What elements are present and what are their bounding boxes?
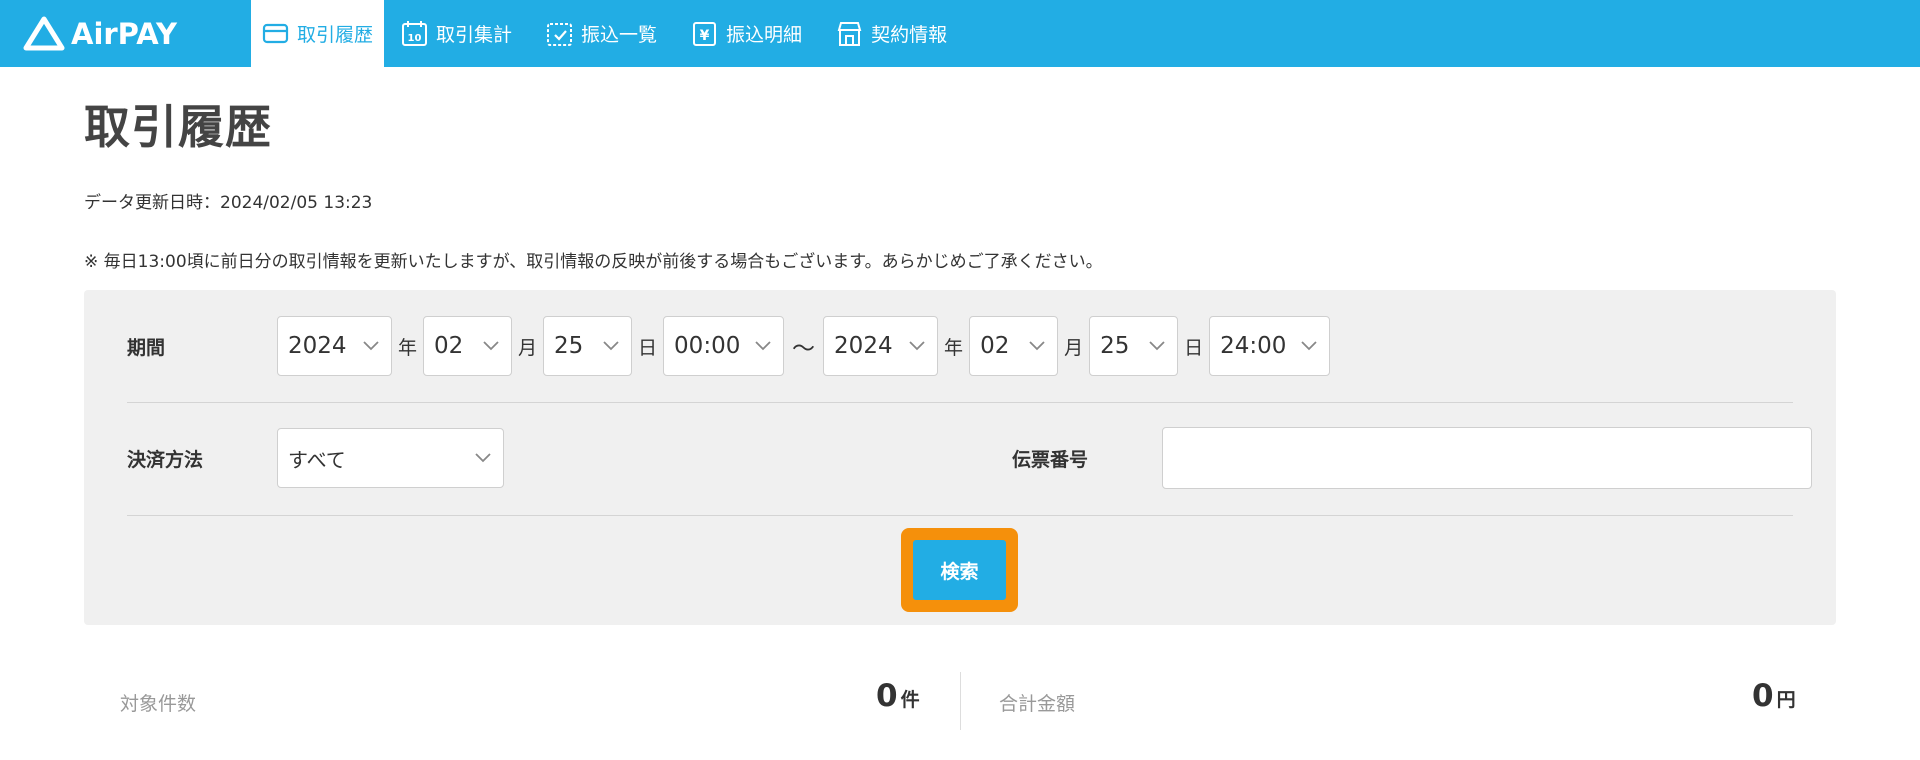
main-nav: 取引履歴 10 取引集計 振込一覧 ¥ 振込明細 契約情報 — [251, 0, 964, 67]
year-unit: 年 — [398, 336, 418, 359]
target-count-value: 0件 — [876, 678, 920, 714]
month-unit: 月 — [518, 336, 538, 359]
chevron-down-icon — [1301, 341, 1317, 351]
divider — [127, 515, 1793, 516]
result-summary: 対象件数 0件 合計金額 0円 — [84, 672, 1836, 732]
nav-item-label: 振込明細 — [726, 24, 803, 46]
svg-text:¥: ¥ — [700, 28, 710, 44]
page-title: 取引履歴 — [84, 100, 272, 154]
summary-divider — [960, 672, 961, 730]
payment-row: 決済方法 すべて 伝票番号 — [127, 427, 1812, 489]
airpay-logo[interactable]: AirPAY — [0, 0, 251, 67]
total-amount-value: 0円 — [1752, 678, 1796, 714]
payment-method-label: 決済方法 — [127, 448, 204, 471]
data-updated-timestamp: データ更新日時：2024/02/05 13:23 — [84, 193, 373, 213]
from-day-select[interactable]: 25 — [543, 316, 633, 376]
to-day-select[interactable]: 25 — [1089, 316, 1179, 376]
from-month-value: 02 — [434, 333, 464, 359]
search-panel: 期間 2024 年 02 月 25 日 00:00 〜 2024 年 02 月 … — [84, 290, 1836, 625]
chevron-down-icon — [363, 341, 379, 351]
to-day-value: 25 — [1100, 333, 1130, 359]
to-time-select[interactable]: 24:00 — [1209, 316, 1331, 376]
card-icon — [262, 23, 289, 44]
to-year-select[interactable]: 2024 — [823, 316, 939, 376]
chevron-down-icon — [603, 341, 619, 351]
divider — [127, 402, 1793, 403]
chevron-down-icon — [483, 341, 499, 351]
brand-name: AirPAY — [71, 16, 177, 51]
day-unit: 日 — [1184, 336, 1204, 359]
slip-number-label: 伝票番号 — [1012, 448, 1089, 471]
from-month-select[interactable]: 02 — [423, 316, 513, 376]
nav-item-transfer-list[interactable]: 振込一覧 — [529, 0, 674, 67]
payment-method-value: すべて — [288, 447, 346, 472]
from-day-value: 25 — [554, 333, 584, 359]
to-month-select[interactable]: 02 — [969, 316, 1059, 376]
search-button-highlight: 検索 — [901, 528, 1018, 612]
payment-method-select[interactable]: すべて — [277, 428, 504, 488]
main-content: 取引履歴 データ更新日時：2024/02/05 13:23 ※ 毎日13:00頃… — [0, 67, 1920, 272]
chevron-down-icon — [475, 453, 491, 463]
to-month-value: 02 — [980, 333, 1010, 359]
from-time-value: 00:00 — [674, 333, 741, 359]
svg-text:10: 10 — [408, 33, 422, 44]
nav-item-contract-info[interactable]: 契約情報 — [819, 0, 964, 67]
shop-icon — [837, 22, 862, 46]
nav-item-label: 取引履歴 — [297, 24, 374, 46]
calendar-check-icon — [547, 23, 573, 46]
count-number: 0 — [876, 678, 898, 714]
update-notice: ※ 毎日13:00頃に前日分の取引情報を更新いたしますが、取引情報の反映が前後す… — [84, 252, 1103, 272]
nav-item-transfer-details[interactable]: ¥ 振込明細 — [674, 0, 819, 67]
from-year-select[interactable]: 2024 — [277, 316, 392, 376]
chevron-down-icon — [1149, 341, 1165, 351]
nav-item-label: 振込一覧 — [581, 24, 658, 46]
nav-item-transaction-history[interactable]: 取引履歴 — [251, 0, 385, 67]
period-label: 期間 — [127, 336, 166, 359]
nav-item-transaction-summary[interactable]: 10 取引集計 — [384, 0, 529, 67]
nav-item-label: 契約情報 — [871, 24, 948, 46]
to-time-value: 24:00 — [1220, 333, 1287, 359]
search-button[interactable]: 検索 — [913, 540, 1006, 600]
triangle-logo-icon — [23, 16, 65, 50]
calendar-10-icon: 10 — [402, 21, 428, 46]
total-number: 0 — [1752, 678, 1774, 714]
from-time-select[interactable]: 00:00 — [663, 316, 785, 376]
period-row: 期間 2024 年 02 月 25 日 00:00 〜 2024 年 02 月 … — [127, 315, 1793, 377]
day-unit: 日 — [638, 336, 658, 359]
range-separator: 〜 — [792, 336, 816, 362]
chevron-down-icon — [909, 341, 925, 351]
year-unit: 年 — [944, 336, 964, 359]
chevron-down-icon — [755, 341, 771, 351]
month-unit: 月 — [1064, 336, 1084, 359]
total-amount-label: 合計金額 — [999, 693, 1076, 715]
total-unit: 円 — [1776, 689, 1796, 711]
from-year-value: 2024 — [288, 333, 347, 359]
chevron-down-icon — [1029, 341, 1045, 351]
top-navigation-bar: AirPAY 取引履歴 10 取引集計 振込一覧 ¥ 振込明細 契約情報 — [0, 0, 1920, 67]
nav-item-label: 取引集計 — [436, 24, 513, 46]
count-unit: 件 — [900, 689, 920, 711]
to-year-value: 2024 — [834, 333, 893, 359]
slip-number-input[interactable] — [1162, 427, 1812, 489]
target-count-label: 対象件数 — [120, 693, 197, 715]
yen-doc-icon: ¥ — [693, 22, 717, 46]
